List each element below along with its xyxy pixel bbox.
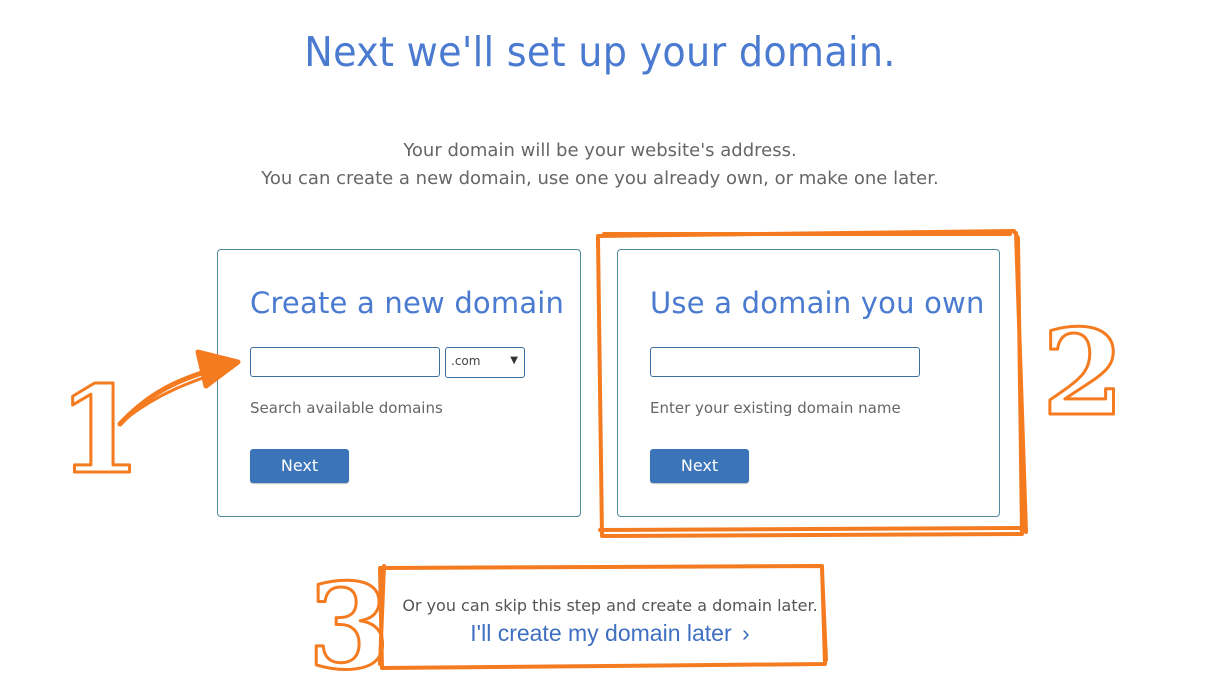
subtitle-line-1: Your domain will be your website's addre… xyxy=(403,140,797,161)
create-domain-heading: Create a new domain xyxy=(250,286,565,320)
create-domain-later-link[interactable]: I'll create my domain later › xyxy=(380,620,840,647)
existing-domain-heading: Use a domain you own xyxy=(650,286,985,320)
existing-domain-input[interactable] xyxy=(650,347,920,377)
create-domain-card: Create a new domain .com ▼ Search availa… xyxy=(217,249,581,517)
chevron-down-icon: ▼ xyxy=(510,355,518,366)
existing-domain-next-button[interactable]: Next xyxy=(650,449,749,483)
annotation-number-2: 2 xyxy=(1042,303,1124,442)
tld-select[interactable]: .com ▼ xyxy=(445,347,525,378)
subtitle-line-2: You can create a new domain, use one you… xyxy=(261,168,939,189)
annotation-number-1: 1 xyxy=(58,360,142,501)
existing-domain-hint: Enter your existing domain name xyxy=(650,399,901,417)
tld-selected-value: .com xyxy=(451,354,481,368)
annotation-number-3: 3 xyxy=(308,557,390,696)
skip-text: Or you can skip this step and create a d… xyxy=(402,596,818,615)
new-domain-input[interactable] xyxy=(250,347,440,377)
arrow-icon xyxy=(117,363,228,427)
existing-domain-card: Use a domain you own Enter your existing… xyxy=(617,249,1000,517)
chevron-right-icon: › xyxy=(742,620,750,646)
create-domain-later-label: I'll create my domain later xyxy=(470,620,732,646)
new-domain-hint: Search available domains xyxy=(250,399,443,417)
annotation-overlay: 1 2 3 xyxy=(57,229,1126,698)
page-title: Next we'll set up your domain. xyxy=(304,28,896,76)
new-domain-next-button[interactable]: Next xyxy=(250,449,349,483)
highlight-box-3 xyxy=(378,564,828,670)
